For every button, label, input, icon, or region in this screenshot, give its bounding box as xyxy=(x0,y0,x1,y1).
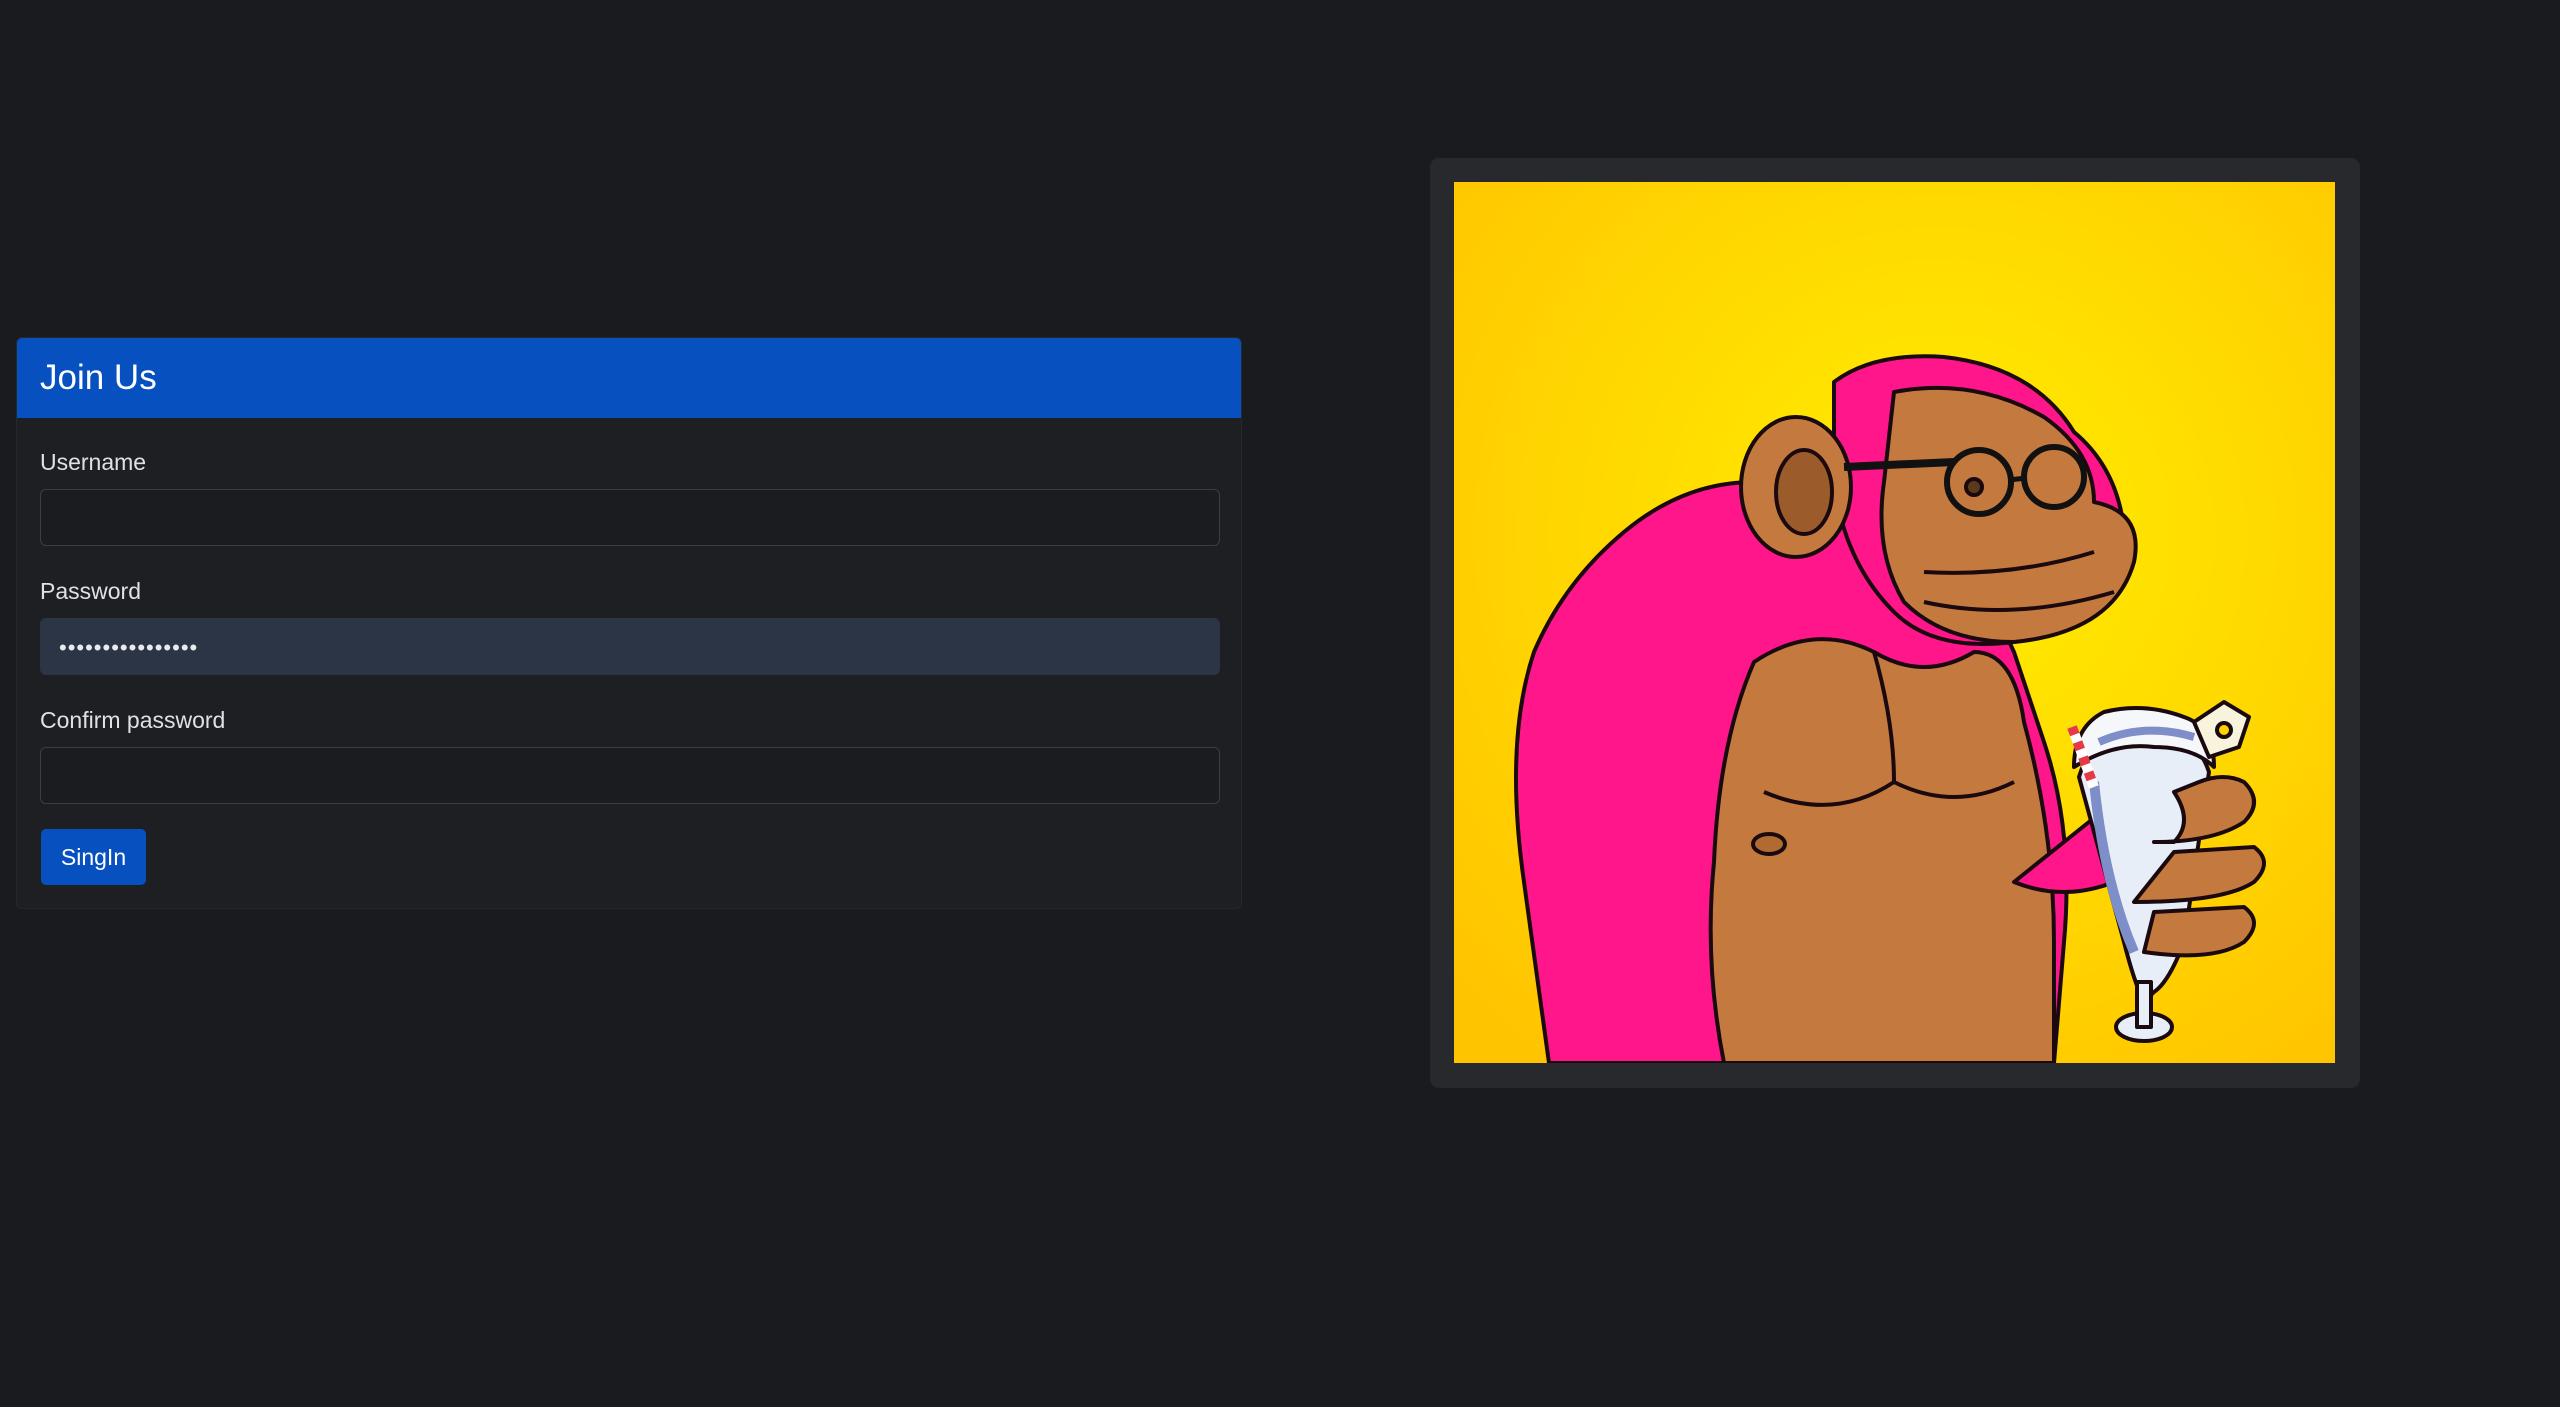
join-form-card: Join Us Username Password ••••••••••••••… xyxy=(16,337,1242,909)
artwork-frame xyxy=(1430,158,2360,1088)
form-title: Join Us xyxy=(40,358,157,397)
confirm-password-label: Confirm password xyxy=(40,707,226,733)
confirm-password-input[interactable] xyxy=(40,747,1220,804)
password-label: Password xyxy=(40,578,141,604)
username-label: Username xyxy=(40,449,147,475)
card-header: Join Us xyxy=(17,338,1241,418)
username-input[interactable] xyxy=(40,489,1220,546)
password-input[interactable]: •••••••••••••••• xyxy=(40,618,1220,675)
signin-button[interactable]: SingIn xyxy=(41,829,146,885)
gorilla-artwork-image xyxy=(1454,182,2335,1063)
